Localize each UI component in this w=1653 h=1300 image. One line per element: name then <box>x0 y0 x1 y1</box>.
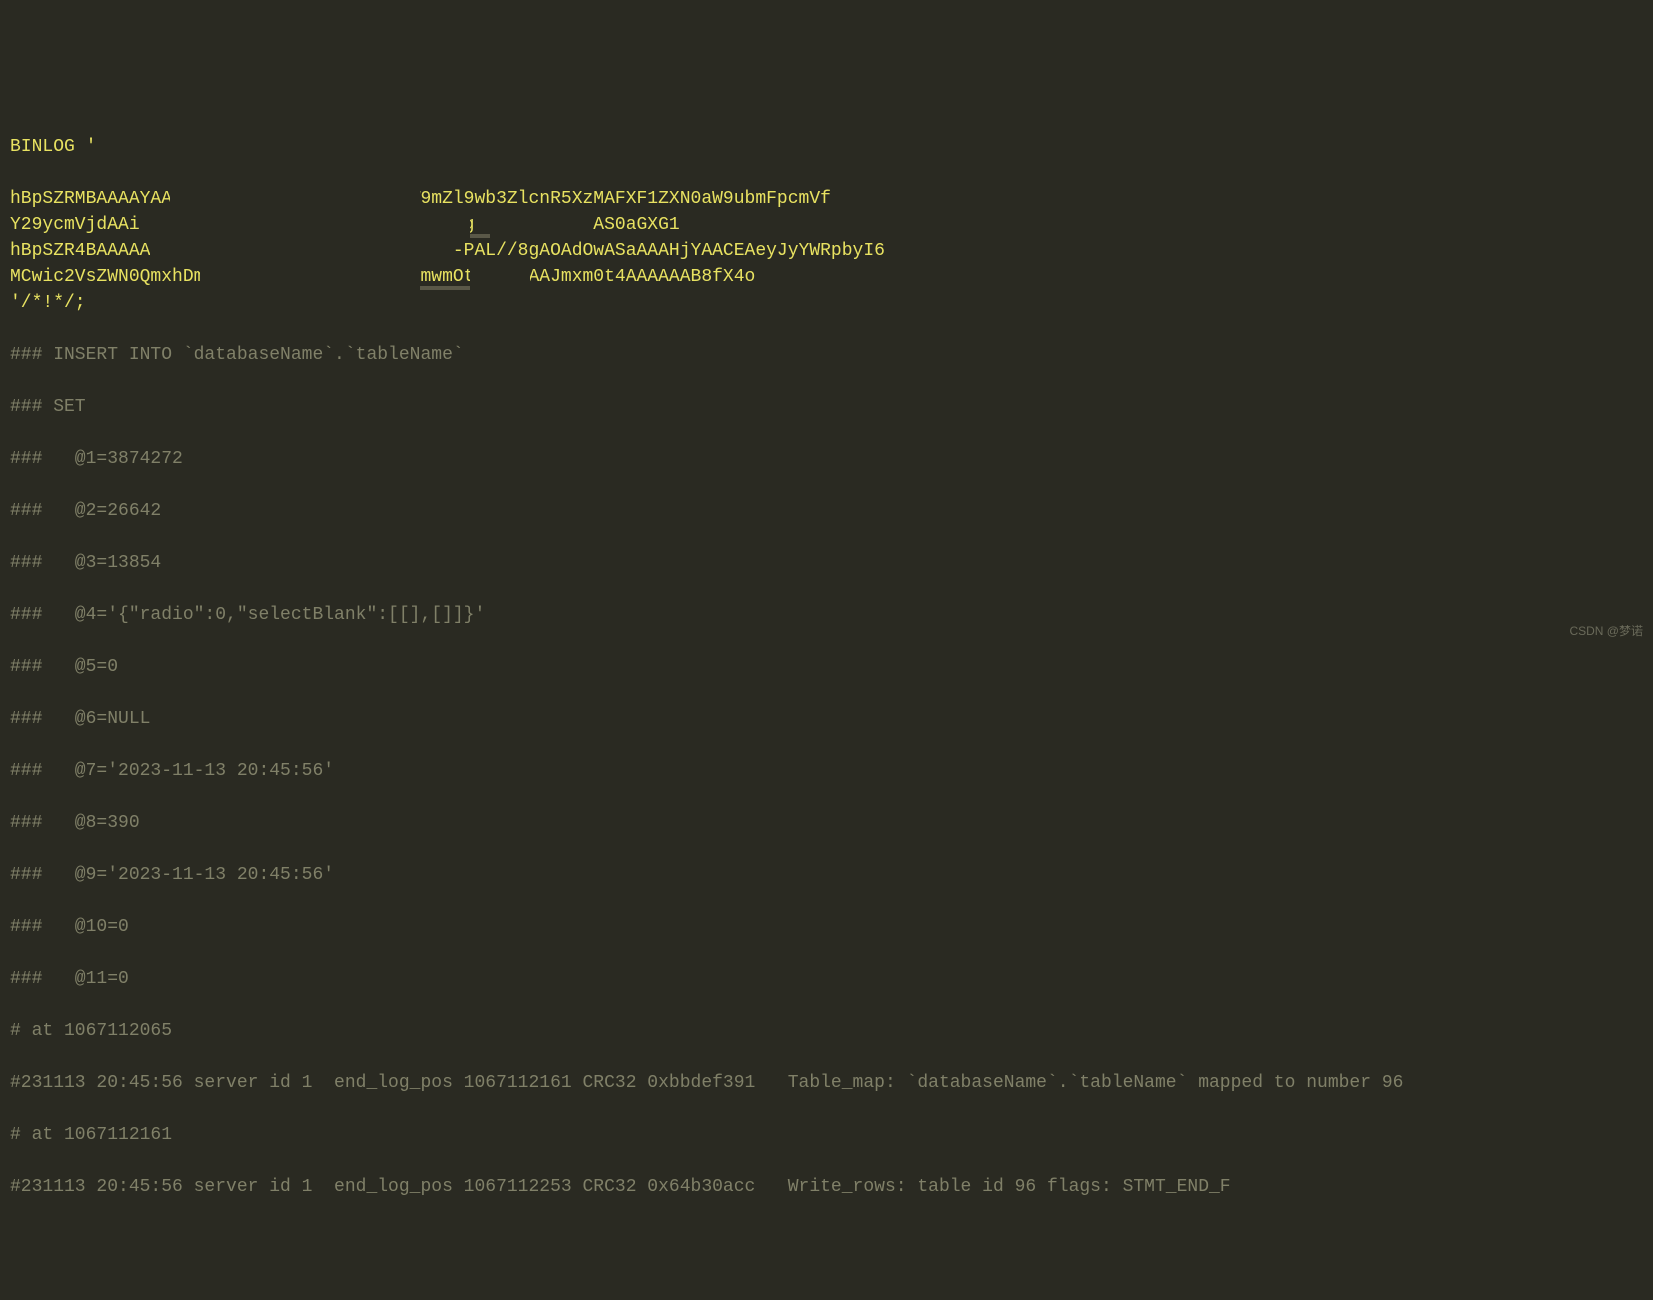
binlog-output: BINLOG ' hBpSZRMBAAAAYAAAABjWmj8AAGAAAAA… <box>10 108 1643 1226</box>
meta-at-1: # at 1067112065 <box>10 1018 1643 1044</box>
sql-col-11: ### @11=0 <box>10 966 1643 992</box>
sql-col-1: ### @1=3874272 <box>10 446 1643 472</box>
binlog-b64-line: MCwic2VsZWN0QmxhDms_Ol__ 'JmwmOtf gIAAJm… <box>10 264 755 290</box>
sql-col-3: ### @3=13854 <box>10 550 1643 576</box>
sql-col-2: ### @2=26642 <box>10 498 1643 524</box>
binlog-header: BINLOG ' <box>10 134 1643 160</box>
sql-col-8: ### @8=390 <box>10 810 1643 836</box>
binlog-footer: '/*!*/; <box>10 290 1643 316</box>
binlog-b64-line: Y29ycmVjdAAi , g AS0aGXG1 <box>10 212 680 238</box>
sql-col-7: ### @7='2023-11-13 20:45:56' <box>10 758 1643 784</box>
sql-col-5: ### @5=0 <box>10 654 1643 680</box>
sql-col-10: ### @10=0 <box>10 914 1643 940</box>
meta-event-1: #231113 20:45:56 server id 1 end_log_pos… <box>10 1070 1643 1096</box>
meta-at-2: # at 1067112161 <box>10 1122 1643 1148</box>
sql-col-6: ### @6=NULL <box>10 706 1643 732</box>
sql-insert: ### INSERT INTO `databaseName`.`tableNam… <box>10 342 1643 368</box>
sql-col-9: ### @9='2023-11-13 20:45:56' <box>10 862 1643 888</box>
watermark: CSDN @梦诺 <box>1569 618 1643 644</box>
binlog-b64-line: hBpSZR4BAAAAAg -PAL//8gAOAdOwASaAAAHjYAA… <box>10 238 885 264</box>
meta-event-2: #231113 20:45:56 server id 1 end_log_pos… <box>10 1174 1643 1200</box>
sql-col-4: ### @4='{"radio":0,"selectBlank":[[],[]]… <box>10 602 1643 628</box>
sql-set: ### SET <box>10 394 1643 420</box>
binlog-b64-line: hBpSZRMBAAAAYAAAABjWmj8AAGAAAAAAAAEADW9m… <box>10 186 831 212</box>
